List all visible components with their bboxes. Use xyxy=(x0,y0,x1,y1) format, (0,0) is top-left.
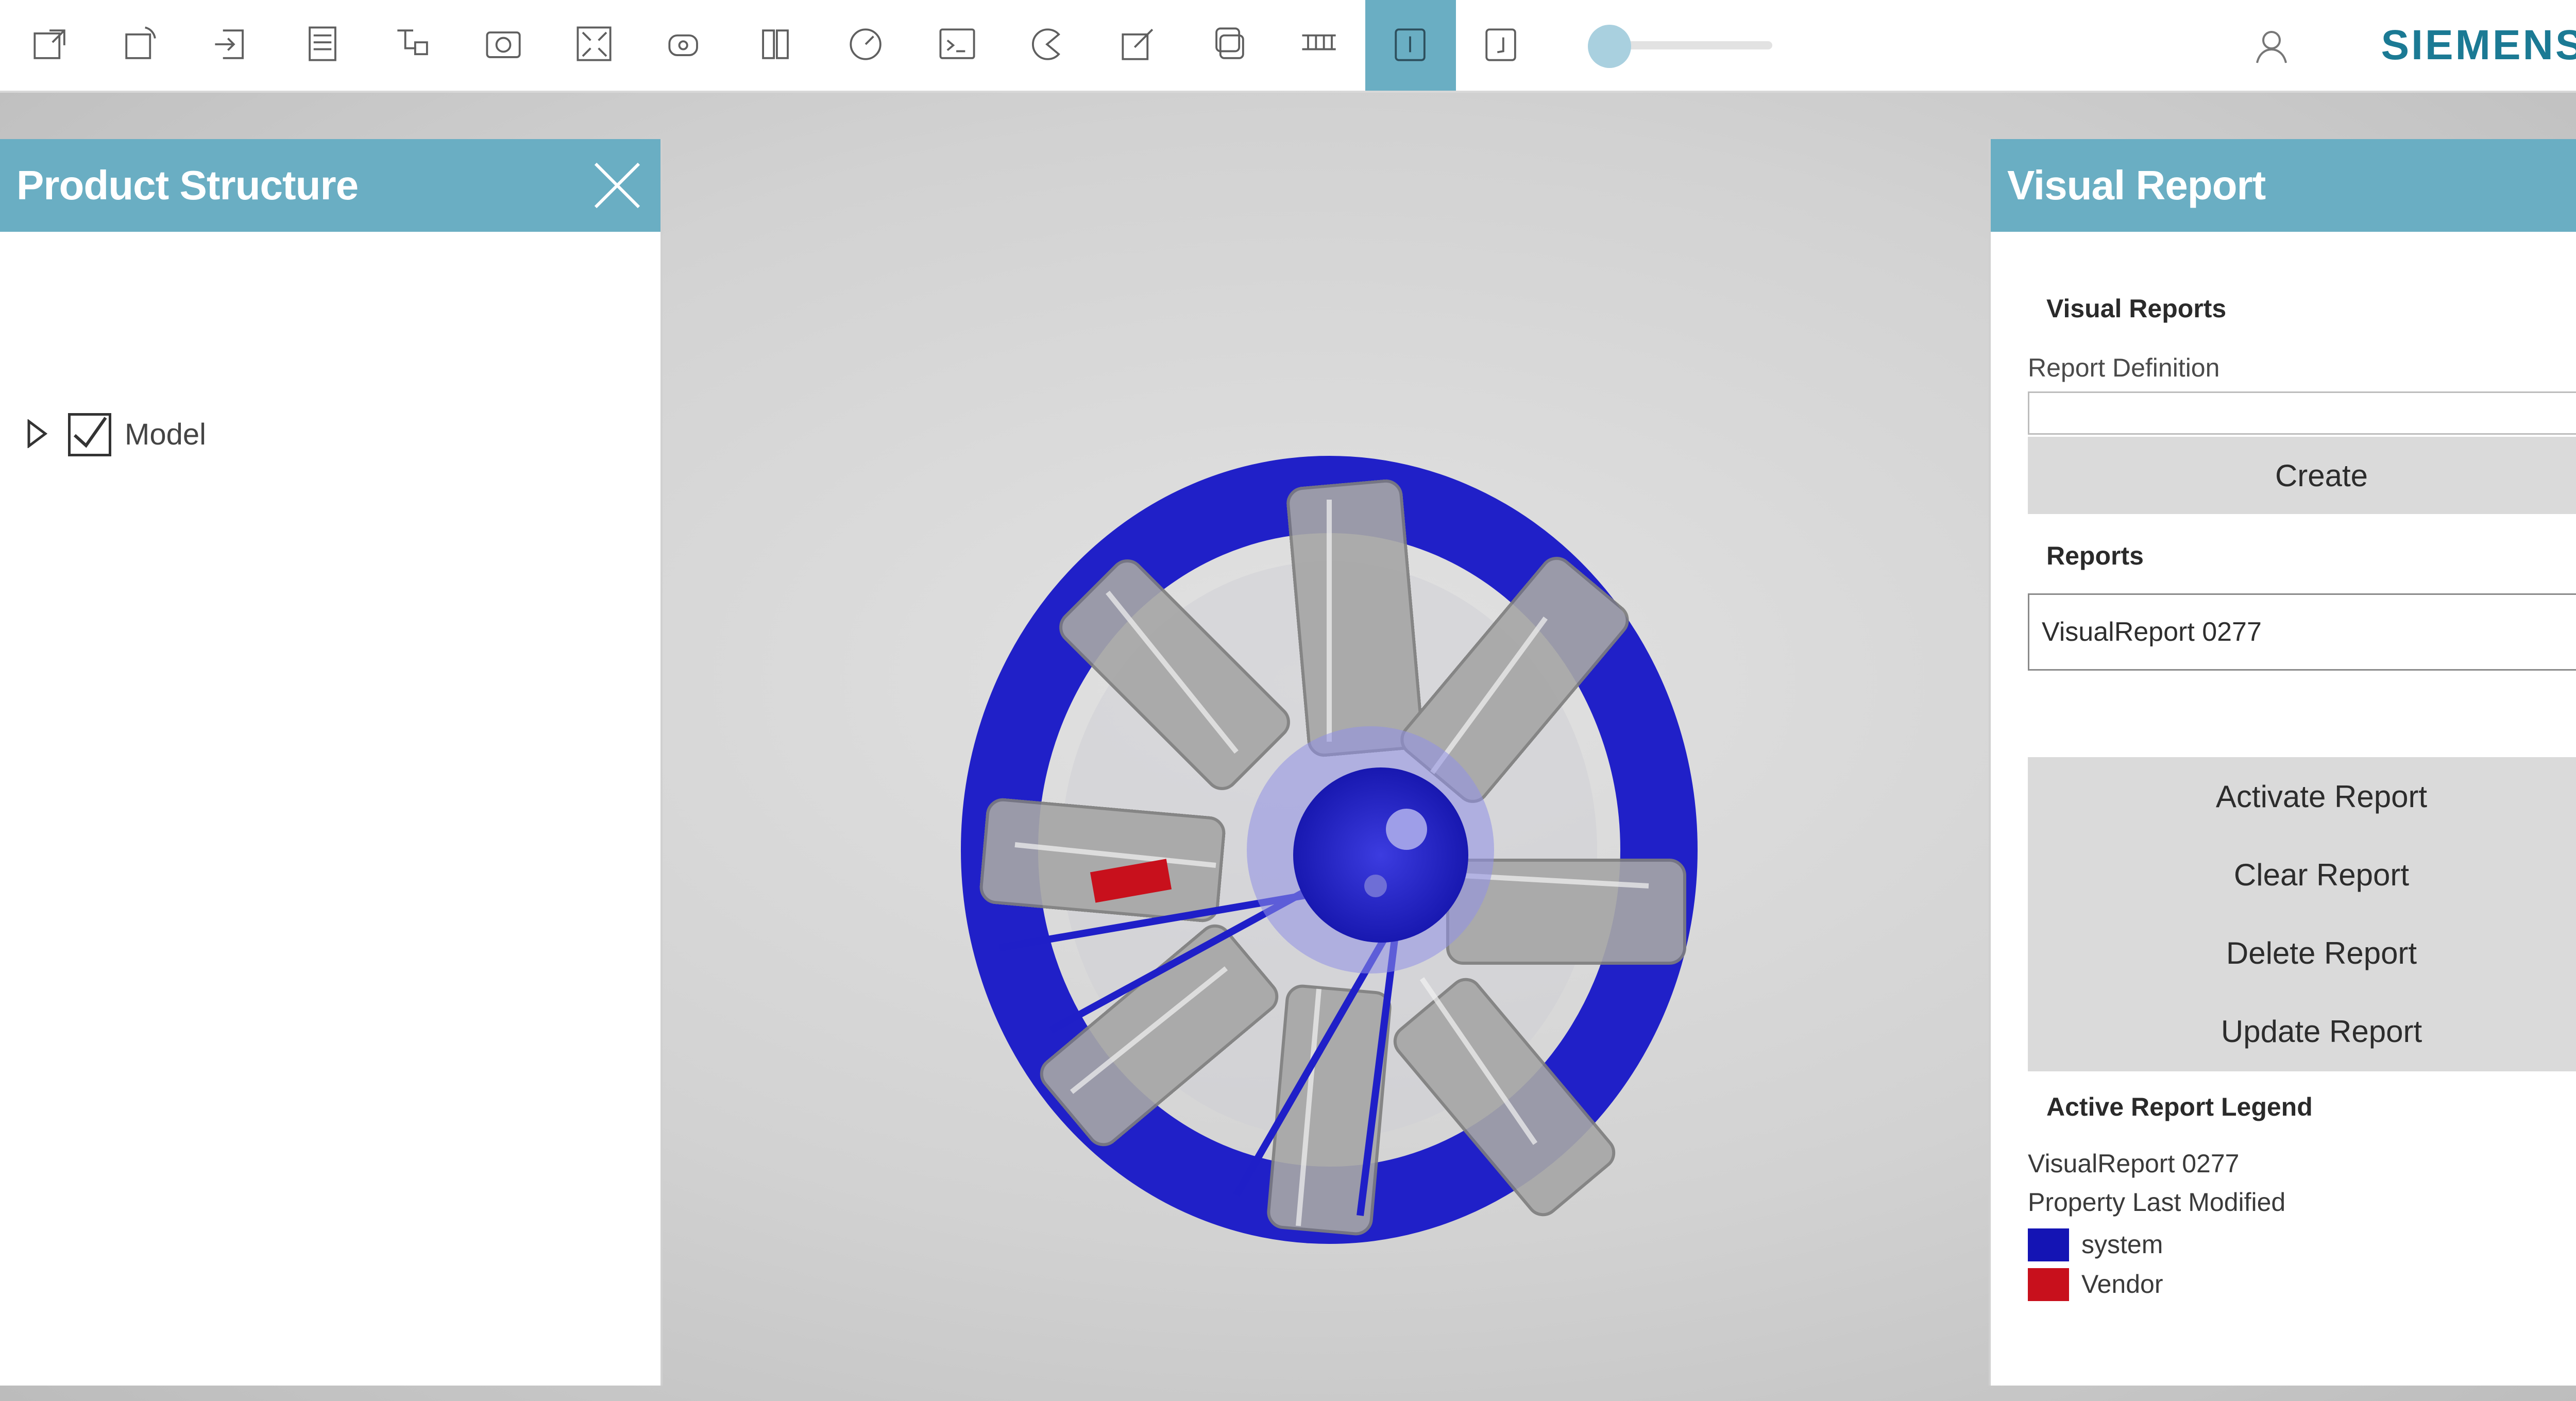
toolbar-button[interactable] xyxy=(640,0,731,91)
toolbar-button[interactable] xyxy=(1003,0,1093,91)
visual-reports-heading: Visual Reports xyxy=(2046,294,2227,323)
update-report-button[interactable]: Update Report xyxy=(2028,992,2576,1070)
clear-report-button[interactable]: Clear Report xyxy=(2028,835,2576,914)
command-icon xyxy=(934,21,981,71)
toolbar-button[interactable] xyxy=(1365,0,1456,91)
toolbar-button[interactable] xyxy=(549,0,640,91)
panel-title: Visual Report xyxy=(2007,162,2266,208)
toolbar-button[interactable] xyxy=(912,0,1003,91)
export-icon xyxy=(27,21,74,71)
structure-icon xyxy=(389,21,437,71)
legend-swatch xyxy=(2028,1228,2069,1261)
user-icon[interactable] xyxy=(2249,23,2294,68)
delete-report-button[interactable]: Delete Report xyxy=(2028,914,2576,992)
report-actions: Activate Report Clear Report Delete Repo… xyxy=(2028,757,2576,1071)
visual-report-panel: Visual Report Visual Reports Report Defi… xyxy=(1989,139,2576,1386)
edit-icon xyxy=(1115,21,1162,71)
legend-swatch xyxy=(2028,1268,2069,1301)
toolbar-button[interactable] xyxy=(1456,0,1547,91)
create-button[interactable]: Create xyxy=(2028,437,2576,514)
reports-heading: Reports xyxy=(2046,541,2144,570)
tree-node-label: Model xyxy=(125,418,206,451)
toolbar-button[interactable] xyxy=(1093,0,1184,91)
legend-label: Vendor xyxy=(2081,1270,2163,1299)
top-toolbar: SIEMENS xyxy=(0,0,2576,93)
toolbar-button[interactable] xyxy=(1184,0,1275,91)
toolbar-button[interactable] xyxy=(821,0,912,91)
toolbar-button[interactable] xyxy=(459,0,549,91)
brand-logo: SIEMENS xyxy=(2381,22,2576,69)
toolbar-button[interactable] xyxy=(187,0,277,91)
layers-icon xyxy=(1206,21,1253,71)
close-icon[interactable] xyxy=(592,161,642,210)
visibility-checkbox[interactable] xyxy=(68,413,111,456)
product-structure-header: Product Structure xyxy=(0,139,660,232)
toolbar-button[interactable] xyxy=(5,0,96,91)
notes-icon xyxy=(1478,21,1525,71)
legend-label: system xyxy=(2081,1230,2163,1259)
radial-engine-model[interactable] xyxy=(938,422,1793,1257)
report-definition-label: Report Definition xyxy=(2028,353,2220,382)
import-icon xyxy=(208,21,256,71)
activate-report-button[interactable]: Activate Report xyxy=(2028,757,2576,835)
pie-icon xyxy=(1024,21,1072,71)
grid-icon xyxy=(1296,21,1344,71)
toolbar-button[interactable] xyxy=(96,0,187,91)
product-structure-panel: Product Structure Model xyxy=(0,139,663,1386)
report-definition-input[interactable] xyxy=(2028,391,2576,435)
report-select[interactable]: VisualReport 0277 xyxy=(2028,593,2576,671)
legend-property: Property Last Modified xyxy=(2028,1188,2286,1217)
expand-icon[interactable] xyxy=(26,419,48,449)
section-icon xyxy=(752,21,800,71)
toolbar-button[interactable] xyxy=(1275,0,1365,91)
toolbar-button[interactable] xyxy=(731,0,821,91)
visual-report-icon xyxy=(1387,21,1434,71)
toolbar-button[interactable] xyxy=(368,0,459,91)
visual-report-header: Visual Report xyxy=(1991,139,2576,232)
panel-title: Product Structure xyxy=(16,162,359,208)
selected-report: VisualReport 0277 xyxy=(2042,617,2262,647)
rotate-icon xyxy=(117,21,165,71)
list-view-icon xyxy=(299,21,346,71)
measure-icon xyxy=(843,21,890,71)
legend-report-name: VisualReport 0277 xyxy=(2028,1149,2240,1178)
toolbar-button[interactable] xyxy=(277,0,368,91)
annotation-icon xyxy=(662,21,709,71)
legend-heading: Active Report Legend xyxy=(2046,1092,2313,1121)
camera-icon xyxy=(480,21,528,71)
zoom-slider-thumb[interactable] xyxy=(1588,25,1631,68)
fit-all-icon xyxy=(571,21,618,71)
